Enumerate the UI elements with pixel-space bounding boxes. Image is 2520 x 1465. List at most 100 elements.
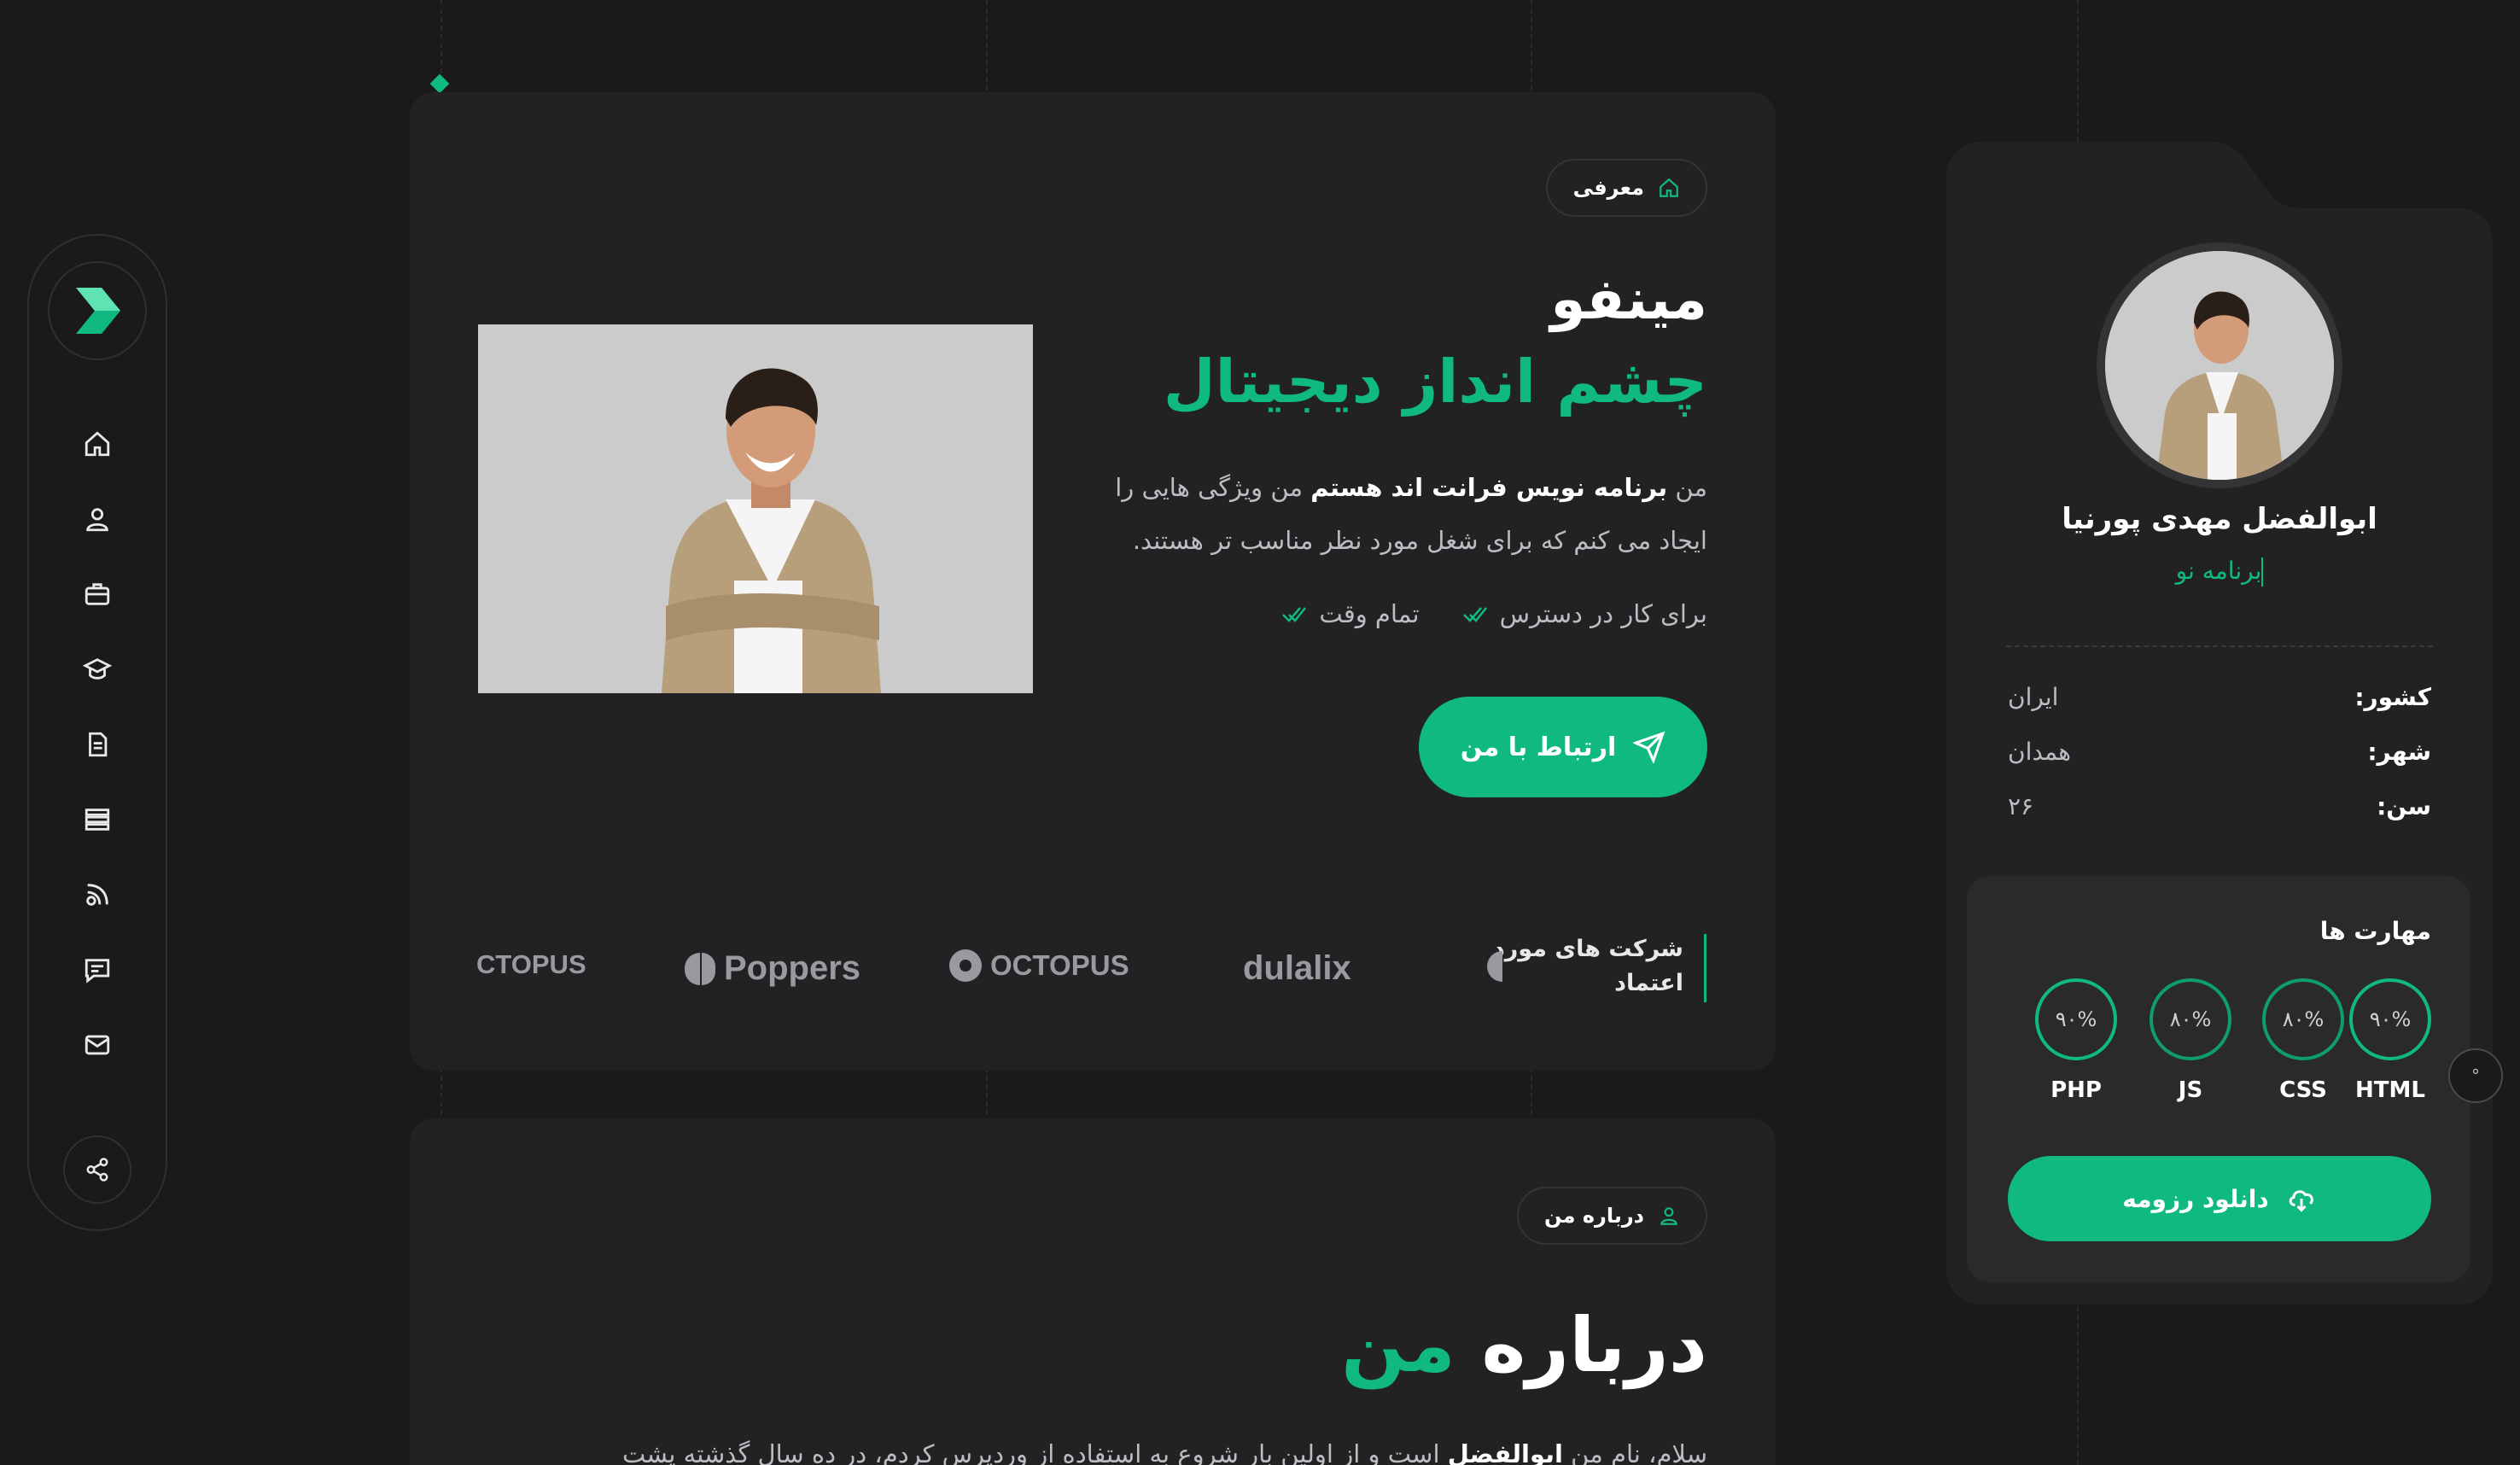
logo-octopus-text: OCTOPUS bbox=[990, 949, 1129, 981]
desc-line2: ایجاد می کنم که برای شغل مورد نظر مناسب … bbox=[1132, 526, 1707, 555]
logo-poppers-text: Poppers bbox=[724, 949, 861, 987]
contact-button[interactable]: ارتباط با من bbox=[1419, 697, 1707, 797]
skill-value-js: ۸۰% bbox=[2169, 1007, 2212, 1031]
sidebar-item-home[interactable] bbox=[82, 429, 113, 459]
hero-name: مینفو bbox=[1550, 266, 1707, 332]
logo-dulalix: dulalix bbox=[1243, 949, 1351, 988]
about-pill: درباره من bbox=[1517, 1187, 1707, 1245]
about-text-start: سلام، نام من bbox=[1562, 1439, 1707, 1465]
about-title: درباره من bbox=[1341, 1301, 1707, 1389]
avatar bbox=[2097, 242, 2342, 488]
logo-octopus: OCTOPUS bbox=[949, 949, 1129, 982]
sidebar-item-testimonials[interactable] bbox=[82, 954, 113, 985]
download-cv-label: دانلود رزومه bbox=[2122, 1184, 2269, 1213]
logo-poppers: Poppers bbox=[685, 949, 860, 988]
logo-ctopus-text: CTOPUS bbox=[476, 949, 586, 979]
mail-icon bbox=[85, 1035, 110, 1055]
skill-label-css: CSS bbox=[2279, 1077, 2327, 1103]
float-button-glyph: ° bbox=[2471, 1065, 2480, 1086]
intro-pill: معرفی bbox=[1545, 159, 1707, 217]
home-icon bbox=[85, 431, 110, 457]
briefcase-icon bbox=[85, 583, 110, 605]
share-icon bbox=[86, 1158, 108, 1182]
profile-role: برنامه نو bbox=[1980, 557, 2459, 587]
skill-ring-php: ۹۰% bbox=[2035, 978, 2117, 1060]
logo-dulalix-text: dulalix bbox=[1243, 949, 1351, 987]
chevron-logo-icon bbox=[76, 288, 120, 334]
trusted-label-line1: شرکت های مورد bbox=[1492, 936, 1683, 962]
info-country-key: کشور: bbox=[2354, 683, 2431, 711]
desc-bold: برنامه نویس فرانت اند هستم bbox=[1310, 473, 1668, 502]
sidebar-item-education[interactable] bbox=[82, 654, 113, 685]
skill-ring-js: ۸۰% bbox=[2150, 978, 2231, 1060]
avatar-image bbox=[2105, 251, 2334, 480]
skill-ring-html: ۹۰% bbox=[2349, 978, 2431, 1060]
skills-title: مهارت ها bbox=[2319, 917, 2431, 945]
trusted-label: شرکت های مورد اعتماد bbox=[1493, 932, 1683, 1001]
sidebar-item-portfolio[interactable] bbox=[82, 579, 113, 610]
document-icon bbox=[89, 732, 108, 757]
skill-ring-css: ۸۰% bbox=[2262, 978, 2344, 1060]
info-age-key: سن: bbox=[2377, 792, 2431, 820]
grid-icon bbox=[85, 808, 110, 831]
sidebar-item-about[interactable] bbox=[82, 504, 113, 534]
settings-float-button[interactable]: ° bbox=[2448, 1048, 2503, 1103]
about-title-green: من bbox=[1341, 1301, 1455, 1389]
user-icon bbox=[1660, 1207, 1677, 1225]
skill-label-js: JS bbox=[2178, 1077, 2203, 1103]
trusted-label-line2: اعتماد bbox=[1614, 970, 1683, 996]
sidebar-item-contact[interactable] bbox=[82, 1030, 113, 1060]
about-card bbox=[410, 1118, 1776, 1465]
logo-button[interactable] bbox=[48, 261, 147, 360]
poppers-icon bbox=[685, 952, 715, 985]
typing-cursor bbox=[2261, 557, 2264, 587]
about-text: سلام، نام من ابوالفضل است و از اولین بار… bbox=[512, 1439, 1707, 1465]
contact-button-label: ارتباط با من bbox=[1460, 732, 1617, 762]
double-check-icon bbox=[1282, 607, 1307, 622]
feature-available: برای کار در دسترس bbox=[1462, 599, 1707, 628]
desc-part2: من ویژگی هایی را bbox=[1115, 473, 1311, 502]
profile-role-text: برنامه نو bbox=[2175, 557, 2262, 585]
feature-available-label: برای کار در دسترس bbox=[1499, 599, 1707, 628]
skill-value-css: ۸۰% bbox=[2282, 1007, 2325, 1031]
cloud-download-icon bbox=[2289, 1190, 2313, 1212]
logo-ctopus: CTOPUS bbox=[476, 949, 586, 980]
sidebar-item-blog[interactable] bbox=[82, 879, 113, 910]
profile-name: ابوالفضل مهدی پورنیا bbox=[2062, 502, 2377, 536]
feed-icon bbox=[86, 884, 108, 906]
info-city-key: شهر: bbox=[2367, 738, 2431, 766]
info-country-value: ایران bbox=[2008, 683, 2059, 711]
diamond-marker bbox=[429, 73, 450, 94]
info-city-value: همدان bbox=[2008, 738, 2071, 766]
hero-features: برای کار در دسترس تمام وقت bbox=[1281, 599, 1707, 628]
trusted-divider bbox=[1704, 934, 1706, 1002]
about-title-white: درباره bbox=[1481, 1301, 1707, 1389]
hero-description: من برنامه نویس فرانت اند هستم من ویژگی ه… bbox=[1059, 461, 1707, 567]
hero-photo bbox=[478, 324, 1033, 693]
send-icon bbox=[1633, 731, 1665, 763]
chat-icon bbox=[85, 959, 110, 983]
user-icon bbox=[86, 508, 108, 532]
octopus-icon bbox=[949, 949, 982, 982]
feature-fulltime-label: تمام وقت bbox=[1319, 599, 1420, 628]
feature-fulltime: تمام وقت bbox=[1281, 599, 1420, 628]
intro-pill-label: معرفی bbox=[1572, 176, 1644, 200]
hero-headline: چشم انداز دیجیتال bbox=[1163, 347, 1707, 417]
home-icon bbox=[1660, 178, 1678, 197]
about-pill-label: درباره من bbox=[1544, 1204, 1644, 1228]
double-check-icon bbox=[1462, 607, 1487, 622]
sidebar-item-resume[interactable] bbox=[82, 729, 113, 760]
info-age-value: ۲۶ bbox=[2008, 792, 2034, 820]
about-text-bold: ابوالفضل bbox=[1447, 1439, 1563, 1465]
skill-value-html: ۹۰% bbox=[2369, 1007, 2412, 1031]
about-text-rest: است و از اولین بار شروع به استفاده از ور… bbox=[622, 1439, 1448, 1465]
skill-label-php: PHP bbox=[2050, 1077, 2102, 1103]
desc-part1: من bbox=[1667, 473, 1707, 502]
person-image bbox=[478, 324, 1033, 693]
sidebar-item-services[interactable] bbox=[82, 804, 113, 835]
profile-divider bbox=[2006, 645, 2433, 647]
graduation-cap-icon bbox=[83, 658, 112, 680]
skill-label-html: HTML bbox=[2355, 1077, 2425, 1103]
share-button[interactable] bbox=[63, 1135, 131, 1204]
download-cv-button[interactable]: دانلود رزومه bbox=[2008, 1156, 2431, 1241]
